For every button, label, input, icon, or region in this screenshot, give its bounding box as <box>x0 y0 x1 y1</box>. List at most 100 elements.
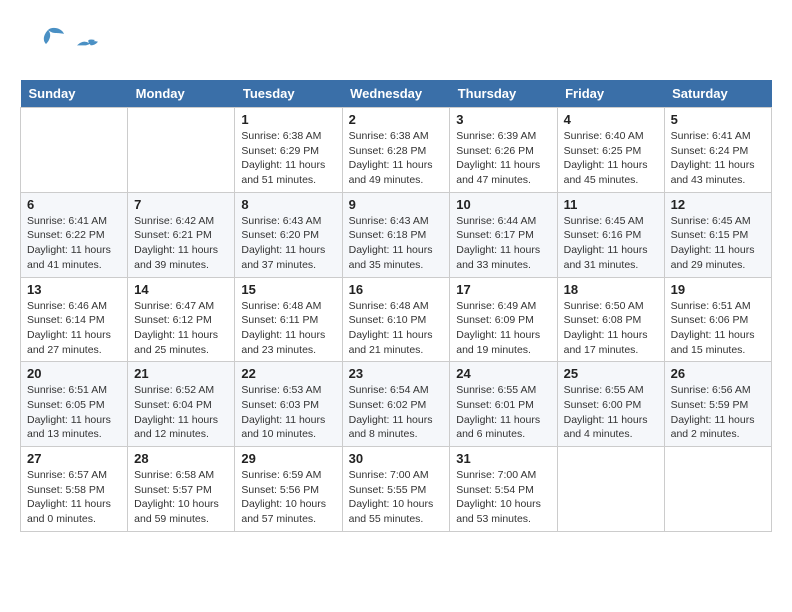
day-number: 30 <box>349 451 444 466</box>
day-number: 25 <box>564 366 658 381</box>
calendar-cell: 21 Sunrise: 6:52 AM Sunset: 6:04 PM Dayli… <box>128 362 235 447</box>
calendar-header-row: SundayMondayTuesdayWednesdayThursdayFrid… <box>21 80 772 108</box>
day-info: Sunrise: 6:45 AM Sunset: 6:15 PM Dayligh… <box>671 214 765 273</box>
day-number: 16 <box>349 282 444 297</box>
weekday-header-tuesday: Tuesday <box>235 80 342 108</box>
calendar-week-3: 13 Sunrise: 6:46 AM Sunset: 6:14 PM Dayli… <box>21 277 772 362</box>
day-info: Sunrise: 6:55 AM Sunset: 6:00 PM Dayligh… <box>564 383 658 442</box>
day-number: 6 <box>27 197 121 212</box>
day-info: Sunrise: 6:54 AM Sunset: 6:02 PM Dayligh… <box>349 383 444 442</box>
calendar-cell: 7Sunrise: 6:42 AM Sunset: 6:21 PM Daylig… <box>128 192 235 277</box>
calendar-cell: 8 Sunrise: 6:43 AM Sunset: 6:20 PM Daylig… <box>235 192 342 277</box>
calendar-cell: 28 Sunrise: 6:58 AM Sunset: 5:57 PM Dayli… <box>128 447 235 532</box>
calendar-cell: 15Sunrise: 6:48 AM Sunset: 6:11 PM Dayli… <box>235 277 342 362</box>
day-number: 28 <box>134 451 228 466</box>
calendar-cell: 5 Sunrise: 6:41 AM Sunset: 6:24 PM Daylig… <box>664 108 771 193</box>
day-number: 31 <box>456 451 550 466</box>
day-info: Sunrise: 7:00 AM Sunset: 5:55 PM Dayligh… <box>349 468 444 527</box>
calendar-cell: 13 Sunrise: 6:46 AM Sunset: 6:14 PM Dayli… <box>21 277 128 362</box>
day-number: 8 <box>241 197 335 212</box>
calendar-cell: 11Sunrise: 6:45 AM Sunset: 6:16 PM Dayli… <box>557 192 664 277</box>
page-header <box>20 20 772 70</box>
day-number: 15 <box>241 282 335 297</box>
day-info: Sunrise: 6:41 AM Sunset: 6:24 PM Dayligh… <box>671 129 765 188</box>
logo-text <box>74 35 110 56</box>
calendar-cell: 30 Sunrise: 7:00 AM Sunset: 5:55 PM Dayli… <box>342 447 450 532</box>
calendar-cell: 1 Sunrise: 6:38 AM Sunset: 6:29 PM Daylig… <box>235 108 342 193</box>
calendar-cell: 12 Sunrise: 6:45 AM Sunset: 6:15 PM Dayli… <box>664 192 771 277</box>
day-number: 5 <box>671 112 765 127</box>
day-number: 14 <box>134 282 228 297</box>
day-info: Sunrise: 6:43 AM Sunset: 6:18 PM Dayligh… <box>349 214 444 273</box>
day-number: 20 <box>27 366 121 381</box>
day-info: Sunrise: 6:41 AM Sunset: 6:22 PM Dayligh… <box>27 214 121 273</box>
calendar-cell: 16 Sunrise: 6:48 AM Sunset: 6:10 PM Dayli… <box>342 277 450 362</box>
day-number: 3 <box>456 112 550 127</box>
day-info: Sunrise: 6:38 AM Sunset: 6:29 PM Dayligh… <box>241 129 335 188</box>
day-number: 21 <box>134 366 228 381</box>
calendar-cell: 6 Sunrise: 6:41 AM Sunset: 6:22 PM Daylig… <box>21 192 128 277</box>
day-info: Sunrise: 6:59 AM Sunset: 5:56 PM Dayligh… <box>241 468 335 527</box>
weekday-header-friday: Friday <box>557 80 664 108</box>
day-number: 19 <box>671 282 765 297</box>
calendar-cell: 20 Sunrise: 6:51 AM Sunset: 6:05 PM Dayli… <box>21 362 128 447</box>
calendar-cell: 14 Sunrise: 6:47 AM Sunset: 6:12 PM Dayli… <box>128 277 235 362</box>
day-info: Sunrise: 6:39 AM Sunset: 6:26 PM Dayligh… <box>456 129 550 188</box>
day-number: 29 <box>241 451 335 466</box>
weekday-header-saturday: Saturday <box>664 80 771 108</box>
calendar-cell: 19 Sunrise: 6:51 AM Sunset: 6:06 PM Dayli… <box>664 277 771 362</box>
day-info: Sunrise: 6:57 AM Sunset: 5:58 PM Dayligh… <box>27 468 121 527</box>
day-number: 4 <box>564 112 658 127</box>
day-number: 18 <box>564 282 658 297</box>
day-info: Sunrise: 6:58 AM Sunset: 5:57 PM Dayligh… <box>134 468 228 527</box>
day-number: 17 <box>456 282 550 297</box>
day-number: 13 <box>27 282 121 297</box>
calendar-cell: 18 Sunrise: 6:50 AM Sunset: 6:08 PM Dayli… <box>557 277 664 362</box>
day-info: Sunrise: 6:48 AM Sunset: 6:10 PM Dayligh… <box>349 299 444 358</box>
calendar-cell: 9Sunrise: 6:43 AM Sunset: 6:18 PM Daylig… <box>342 192 450 277</box>
logo-bird-icon <box>74 35 110 51</box>
calendar-week-1: 1 Sunrise: 6:38 AM Sunset: 6:29 PM Daylig… <box>21 108 772 193</box>
calendar-cell: 17 Sunrise: 6:49 AM Sunset: 6:09 PM Dayli… <box>450 277 557 362</box>
day-info: Sunrise: 6:53 AM Sunset: 6:03 PM Dayligh… <box>241 383 335 442</box>
weekday-header-monday: Monday <box>128 80 235 108</box>
calendar-cell <box>557 447 664 532</box>
day-info: Sunrise: 7:00 AM Sunset: 5:54 PM Dayligh… <box>456 468 550 527</box>
day-number: 2 <box>349 112 444 127</box>
day-info: Sunrise: 6:47 AM Sunset: 6:12 PM Dayligh… <box>134 299 228 358</box>
day-info: Sunrise: 6:44 AM Sunset: 6:17 PM Dayligh… <box>456 214 550 273</box>
calendar-cell <box>21 108 128 193</box>
logo-icon <box>20 20 70 70</box>
calendar-cell: 31 Sunrise: 7:00 AM Sunset: 5:54 PM Dayli… <box>450 447 557 532</box>
calendar-cell <box>664 447 771 532</box>
day-info: Sunrise: 6:56 AM Sunset: 5:59 PM Dayligh… <box>671 383 765 442</box>
day-info: Sunrise: 6:43 AM Sunset: 6:20 PM Dayligh… <box>241 214 335 273</box>
day-info: Sunrise: 6:42 AM Sunset: 6:21 PM Dayligh… <box>134 214 228 273</box>
weekday-header-sunday: Sunday <box>21 80 128 108</box>
day-info: Sunrise: 6:49 AM Sunset: 6:09 PM Dayligh… <box>456 299 550 358</box>
calendar-cell: 2Sunrise: 6:38 AM Sunset: 6:28 PM Daylig… <box>342 108 450 193</box>
calendar-cell: 3 Sunrise: 6:39 AM Sunset: 6:26 PM Daylig… <box>450 108 557 193</box>
calendar-week-4: 20 Sunrise: 6:51 AM Sunset: 6:05 PM Dayli… <box>21 362 772 447</box>
day-info: Sunrise: 6:51 AM Sunset: 6:06 PM Dayligh… <box>671 299 765 358</box>
weekday-header-thursday: Thursday <box>450 80 557 108</box>
day-number: 11 <box>564 197 658 212</box>
calendar-cell: 4 Sunrise: 6:40 AM Sunset: 6:25 PM Daylig… <box>557 108 664 193</box>
calendar-cell: 24Sunrise: 6:55 AM Sunset: 6:01 PM Dayli… <box>450 362 557 447</box>
logo <box>20 20 110 70</box>
weekday-header-wednesday: Wednesday <box>342 80 450 108</box>
calendar-cell <box>128 108 235 193</box>
day-info: Sunrise: 6:51 AM Sunset: 6:05 PM Dayligh… <box>27 383 121 442</box>
calendar-cell: 27Sunrise: 6:57 AM Sunset: 5:58 PM Dayli… <box>21 447 128 532</box>
day-number: 12 <box>671 197 765 212</box>
day-info: Sunrise: 6:52 AM Sunset: 6:04 PM Dayligh… <box>134 383 228 442</box>
day-info: Sunrise: 6:46 AM Sunset: 6:14 PM Dayligh… <box>27 299 121 358</box>
day-number: 1 <box>241 112 335 127</box>
day-number: 23 <box>349 366 444 381</box>
day-info: Sunrise: 6:40 AM Sunset: 6:25 PM Dayligh… <box>564 129 658 188</box>
calendar-cell: 25 Sunrise: 6:55 AM Sunset: 6:00 PM Dayli… <box>557 362 664 447</box>
calendar-cell: 29 Sunrise: 6:59 AM Sunset: 5:56 PM Dayli… <box>235 447 342 532</box>
day-info: Sunrise: 6:50 AM Sunset: 6:08 PM Dayligh… <box>564 299 658 358</box>
day-number: 24 <box>456 366 550 381</box>
calendar-week-2: 6 Sunrise: 6:41 AM Sunset: 6:22 PM Daylig… <box>21 192 772 277</box>
